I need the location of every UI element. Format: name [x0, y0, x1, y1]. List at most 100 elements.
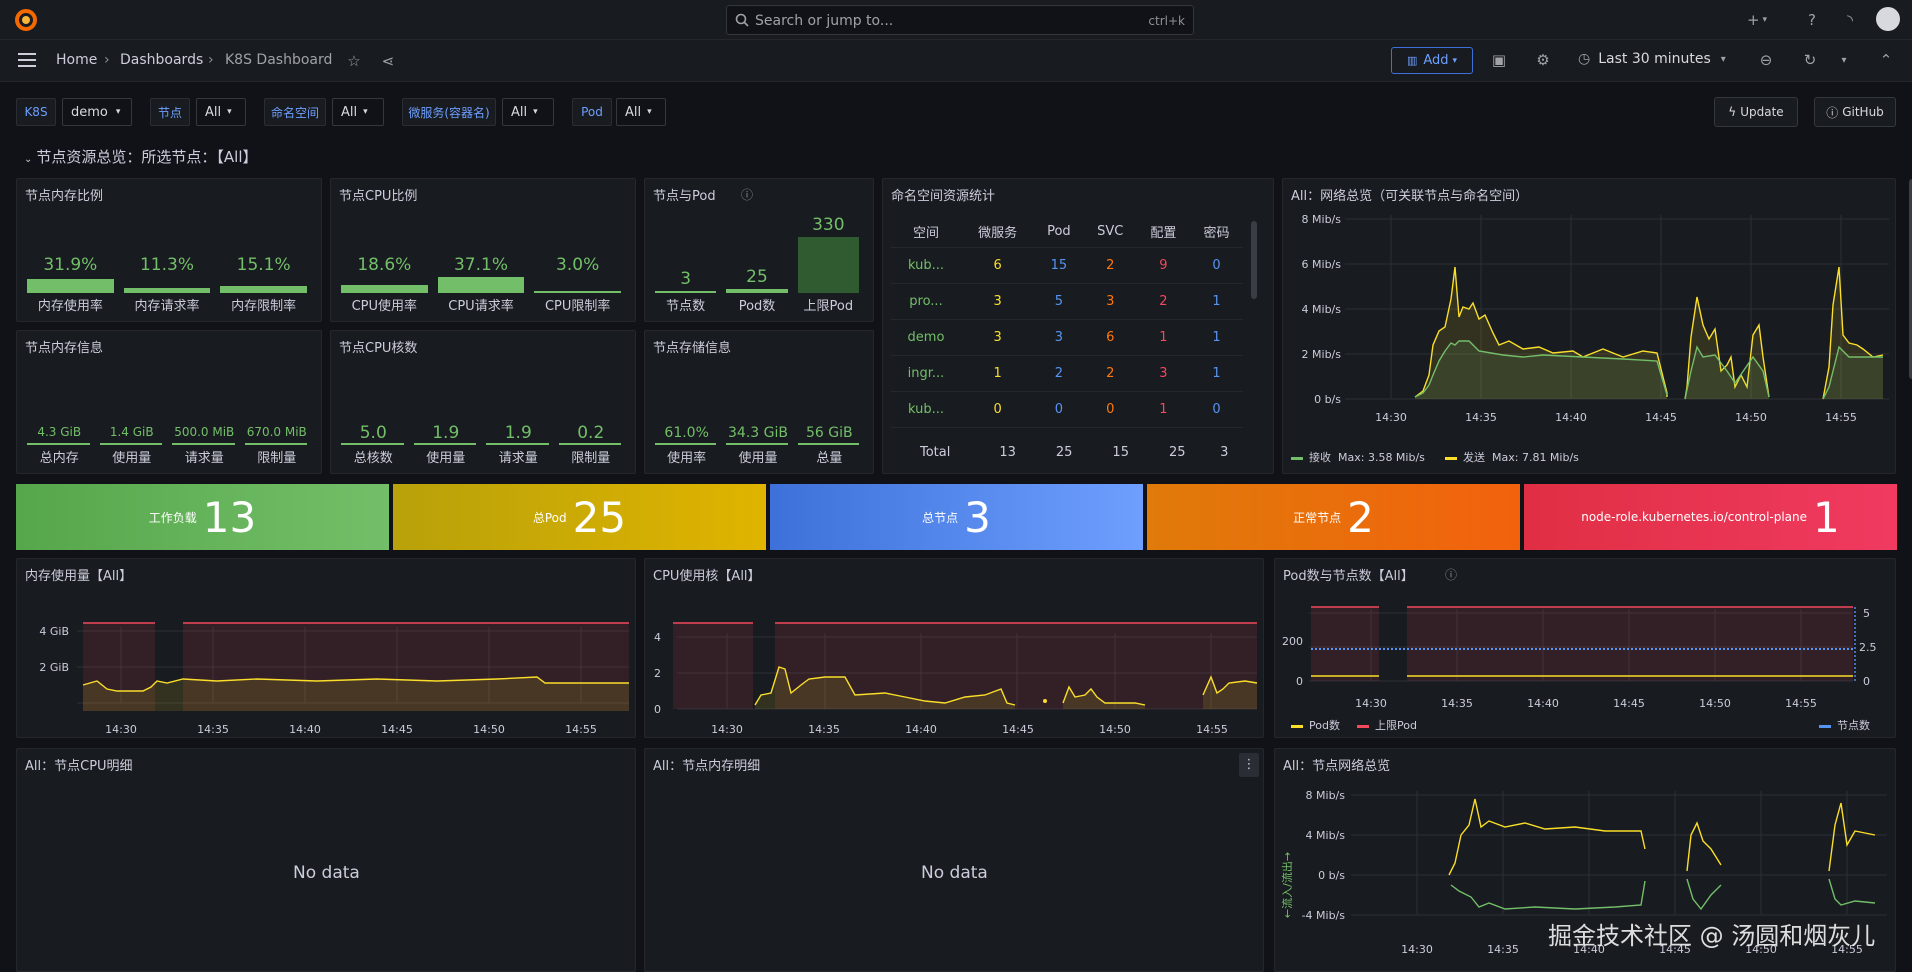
legend-item-pod-limit[interactable]: 上限Pod: [1357, 717, 1417, 733]
stat-value: 5.0: [359, 423, 387, 443]
table-header-cell[interactable]: 配置: [1136, 217, 1190, 248]
breadcrumb-dashboards[interactable]: Dashboards: [120, 52, 203, 68]
update-label: Update: [1740, 105, 1784, 119]
refresh-interval-chevron-icon[interactable]: ▾: [1834, 50, 1854, 70]
table-cell: 2: [1034, 355, 1084, 392]
x-axis-tick: 14:45: [1645, 411, 1677, 424]
save-icon[interactable]: ▣: [1489, 50, 1509, 70]
search-input[interactable]: Search or jump to... ctrl+k: [726, 5, 1194, 35]
stat-value: 4.3 GiB: [37, 425, 82, 439]
table-cell: 3: [1083, 283, 1137, 320]
stat-underline: [27, 443, 90, 445]
collapse-chevron-up-icon[interactable]: ⌃: [1876, 50, 1896, 70]
no-data-message: No data: [921, 863, 988, 883]
table-row[interactable]: pro... 3 5 3 2 1: [891, 283, 1243, 320]
table-scrollbar[interactable]: [1251, 221, 1257, 299]
table-cell: 6: [960, 247, 1035, 284]
var-select-namespace[interactable]: All ▾: [332, 98, 384, 126]
stat-card[interactable]: node-role.kubernetes.io/control-plane 1: [1524, 484, 1897, 550]
row-header[interactable]: ⌄ 节点资源总览：所选节点：【All】: [24, 146, 258, 167]
stat-group: 4.3 GiB 总内存 1.4 GiB 使用量 500.0 MiB 请求量 670.0 Mi…: [17, 331, 321, 473]
plus-icon: +: [1746, 11, 1760, 29]
y-axis-tick: 2 Mib/s: [1302, 348, 1342, 361]
var-select-k8s[interactable]: demo ▾: [62, 98, 132, 126]
breadcrumb-home[interactable]: Home: [56, 52, 97, 68]
new-menu-button[interactable]: + ▾: [1740, 10, 1774, 30]
legend-label: 发送: [1463, 451, 1485, 464]
y-axis-tick: 4 GiB: [39, 625, 69, 638]
gauge-bar: [534, 291, 621, 293]
gauge-bar: [123, 288, 211, 293]
refresh-icon[interactable]: ↻: [1800, 50, 1820, 70]
table-row[interactable]: demo 3 3 6 1 1: [891, 319, 1243, 356]
table-header-cell[interactable]: 微服务: [960, 217, 1035, 248]
update-link-button[interactable]: ϟ Update: [1714, 97, 1798, 127]
legend-item-pod-count[interactable]: Pod数: [1291, 717, 1340, 733]
panel-title: All：节点内存明细: [653, 759, 761, 774]
y-axis-tick: 0: [654, 703, 661, 716]
stat-card[interactable]: 工作负载 13: [16, 484, 389, 550]
time-picker[interactable]: ◷ Last 30 minutes ▾: [1578, 51, 1726, 67]
x-axis-tick: 14:40: [289, 723, 321, 736]
gauge-value: 25: [746, 267, 768, 287]
table-row[interactable]: kub... 6 15 2 9 0: [891, 247, 1243, 284]
stat-card-value: 25: [572, 492, 627, 542]
x-axis-tick: 14:55: [1785, 697, 1817, 710]
stat-value: 34.3 GiB: [728, 425, 788, 441]
zoom-out-icon[interactable]: ⊖: [1756, 50, 1776, 70]
table-total-cell: 25: [1168, 444, 1186, 460]
stat-underline: [726, 443, 788, 445]
table-total-cell: 15: [1112, 444, 1129, 460]
add-button[interactable]: ▥ Add ▾: [1391, 47, 1473, 74]
github-link-button[interactable]: ⓘ GitHub: [1814, 97, 1896, 127]
panel-menu-kebab-icon[interactable]: ⋮: [1239, 753, 1259, 777]
y-axis-tick: 4 Mib/s: [1302, 303, 1342, 316]
panel-cpu-cores: 节点CPU核数 5.0 总核数 1.9 使用量 1.9 请求量 0.2 限制量: [330, 330, 636, 474]
table-row[interactable]: kub... 0 0 0 1 0: [891, 391, 1243, 428]
share-icon[interactable]: ⋖: [378, 51, 398, 71]
table-header-cell[interactable]: 密码: [1189, 217, 1243, 248]
y-axis-right-tick: 2.5: [1859, 641, 1877, 654]
pod-node-timeseries-chart: 200 0 5 2.5 0 14:30 14:35 14:40 14:45 14:50 14:55: [1282, 606, 1877, 710]
stat-card[interactable]: 正常节点 2: [1147, 484, 1520, 550]
stat-card-label: 总节点: [922, 510, 959, 525]
legend-item-send[interactable]: 发送 Max: 7.81 Mib/s: [1445, 449, 1579, 465]
panel-memory-usage: 内存使用量【All】 4 GiB 2 GiB 14:30 14:35 14:40 14:4…: [16, 558, 636, 738]
x-axis-tick: 14:35: [1441, 697, 1473, 710]
legend-label: 接收: [1309, 451, 1331, 464]
table-total-cell: Total: [920, 444, 951, 460]
help-icon[interactable]: ?: [1802, 10, 1822, 30]
gauge-bar: [220, 286, 307, 293]
legend-item-node-count[interactable]: 节点数: [1819, 717, 1870, 733]
row-chevron-icon: ⌄: [24, 154, 33, 165]
avatar[interactable]: [1876, 7, 1900, 31]
settings-gear-icon[interactable]: ⚙: [1533, 50, 1553, 70]
stat-card[interactable]: 总Pod 25: [393, 484, 766, 550]
time-range-label: Last 30 minutes: [1598, 51, 1711, 67]
table-header-cell[interactable]: Pod: [1034, 217, 1084, 248]
y-axis-tick: 0 b/s: [1314, 393, 1341, 406]
legend-item-receive[interactable]: 接收 Max: 3.58 Mib/s: [1291, 449, 1425, 465]
table-cell: pro...: [891, 283, 961, 320]
table-header-cell[interactable]: 空间: [891, 217, 961, 248]
table-header-cell[interactable]: SVC: [1083, 217, 1137, 248]
bar-gauge: 3 节点数 25 Pod数 330 上限Pod: [645, 179, 873, 321]
var-select-pod[interactable]: All ▾: [616, 98, 666, 126]
menu-icon[interactable]: [18, 53, 36, 67]
grafana-logo-icon[interactable]: [14, 8, 38, 32]
table-cell: 9: [1136, 247, 1190, 284]
node-in-line: [1828, 878, 1876, 906]
news-icon[interactable]: ◝: [1840, 10, 1860, 30]
table-row[interactable]: ingr... 1 2 2 3 1: [891, 355, 1243, 392]
y-axis-tick: 2 GiB: [39, 661, 69, 674]
stat-card[interactable]: 总节点 3: [770, 484, 1143, 550]
gauge-value: 3.0%: [556, 255, 600, 275]
var-select-node[interactable]: All ▾: [196, 98, 246, 126]
star-icon[interactable]: ☆: [344, 51, 364, 71]
panel-info-icon[interactable]: ⓘ: [1445, 566, 1457, 583]
var-select-microservice[interactable]: All ▾: [502, 98, 554, 126]
x-axis-tick: 14:30: [711, 723, 743, 736]
table-cell: demo: [891, 319, 961, 356]
panel-cpu-detail: All：节点CPU明细 No data: [16, 748, 636, 972]
panel-cpu-usage: CPU使用核【All】 4 2 0 14:30 14:35 14:40 14:45 14:50…: [644, 558, 1264, 738]
